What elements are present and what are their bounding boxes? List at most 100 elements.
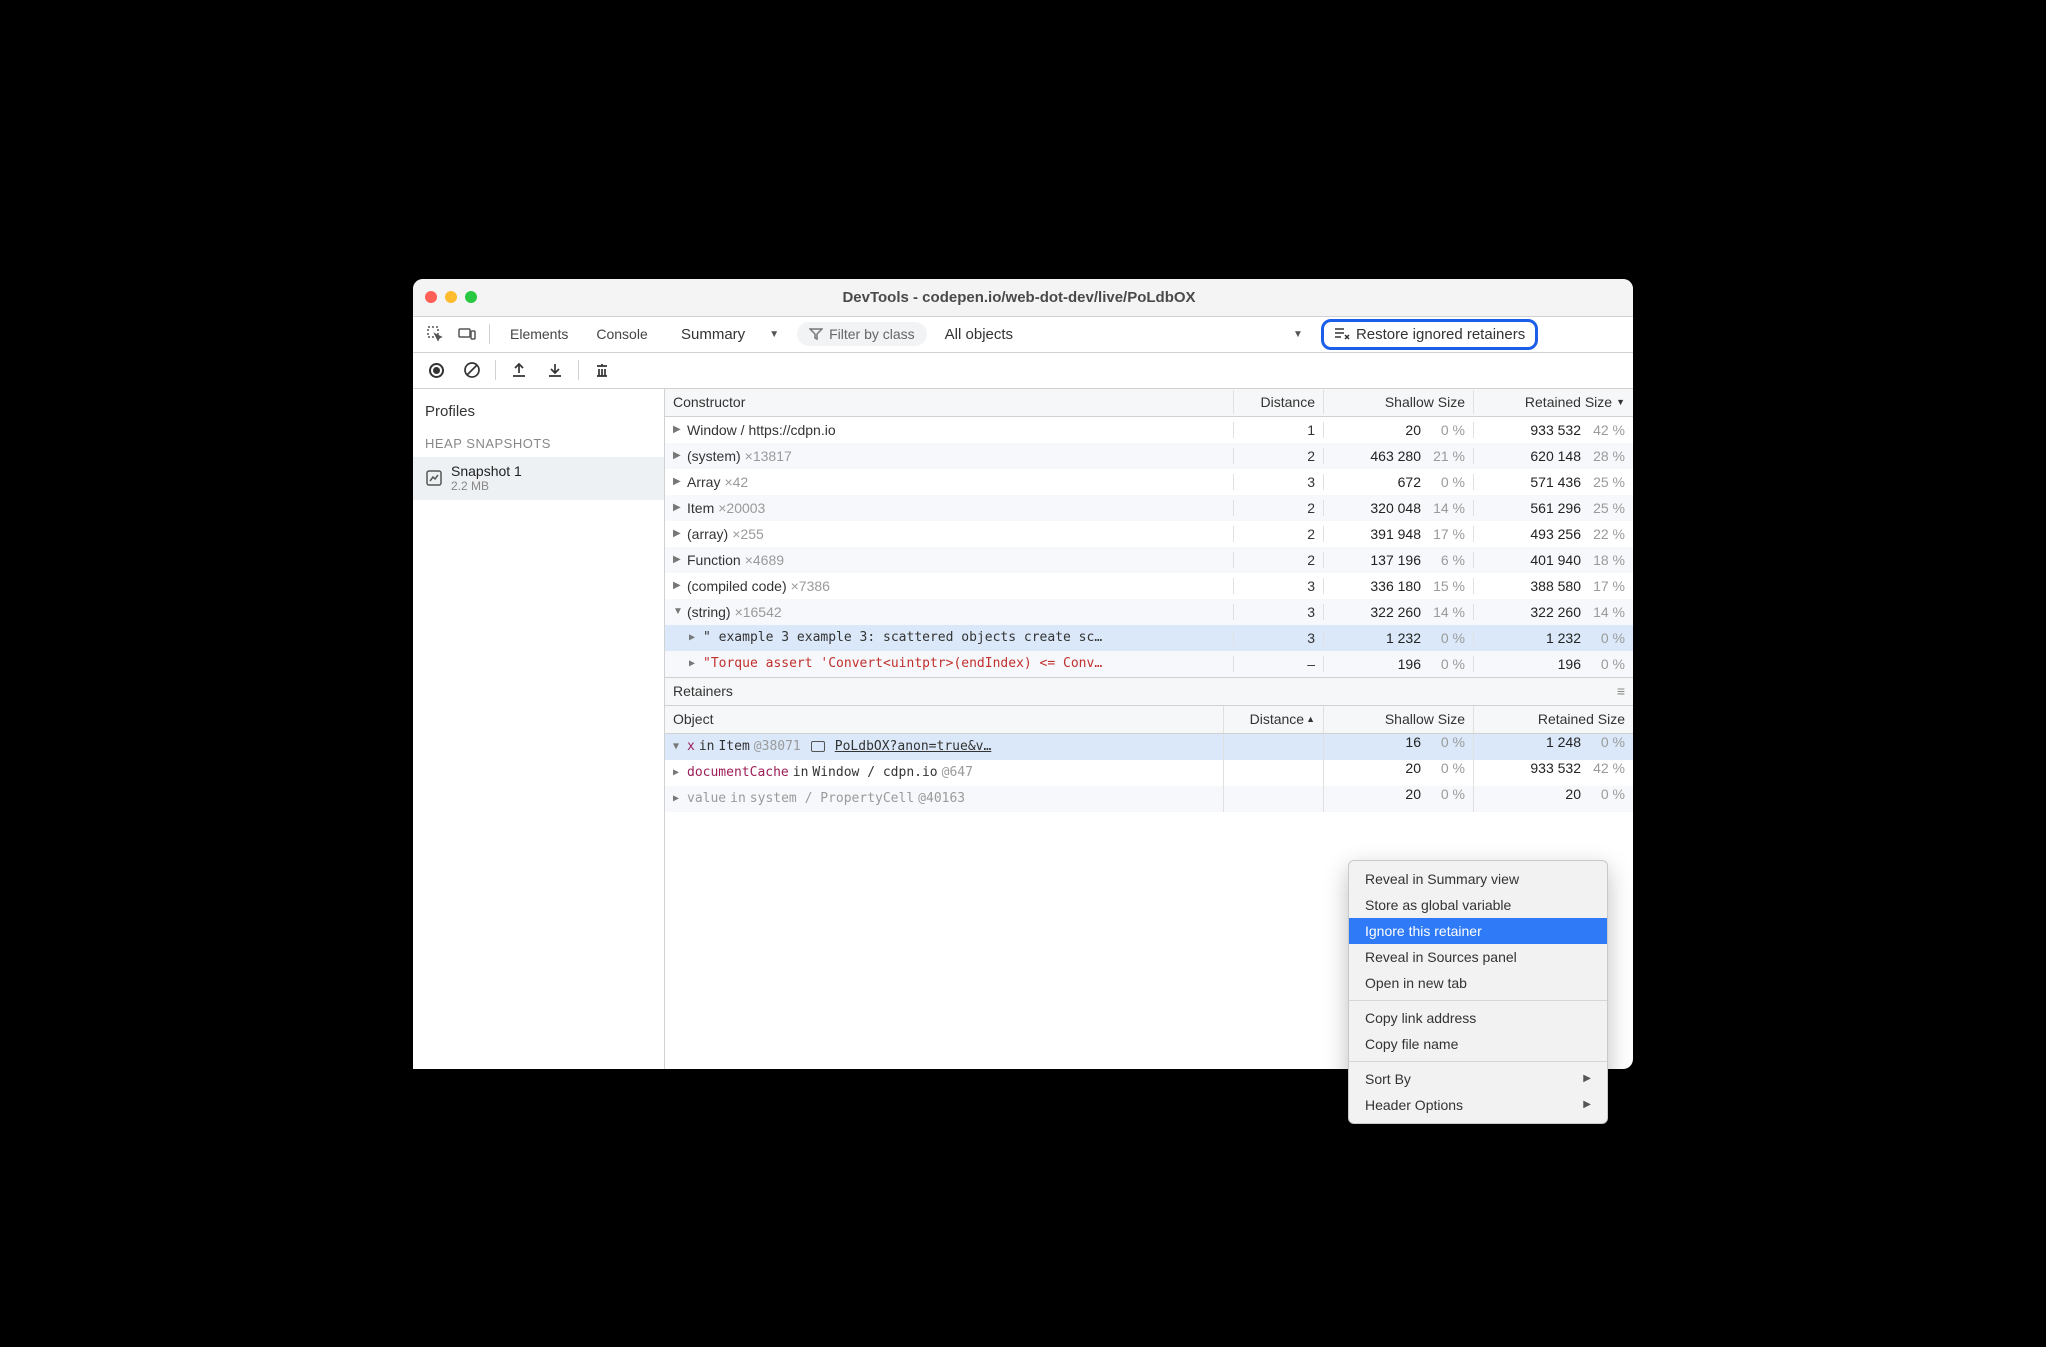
download-icon[interactable] [542, 357, 568, 383]
col-retained[interactable]: Retained Size [1473, 706, 1633, 733]
shallow-cell: 160 % [1323, 734, 1473, 760]
submenu-arrow-icon: ▶ [1583, 1099, 1591, 1110]
menu-item-label: Open in new tab [1365, 975, 1467, 991]
expand-arrow-icon[interactable]: ▶ [673, 793, 683, 804]
menu-item[interactable]: Header Options▶ [1349, 1092, 1607, 1118]
tab-elements[interactable]: Elements [498, 316, 580, 352]
retained-cell: 571 43625 % [1473, 474, 1633, 490]
expand-arrow-icon[interactable]: ▶ [673, 580, 683, 591]
retainer-row[interactable]: ▼x in Item @38071PoLdbOX?anon=true&v…160… [665, 734, 1633, 760]
menu-item-label: Reveal in Sources panel [1365, 949, 1517, 965]
distance-cell [1223, 786, 1323, 812]
table-row[interactable]: ▶(system) ×138172463 28021 %620 14828 % [665, 443, 1633, 469]
menu-item[interactable]: Copy file name [1349, 1031, 1607, 1057]
retainers-header: Object Distance▲ Shallow Size Retained S… [665, 706, 1633, 734]
menu-item[interactable]: Store as global variable [1349, 892, 1607, 918]
instance-count: ×20003 [718, 500, 765, 516]
profiles-heading: Profiles [413, 393, 664, 430]
distance-cell: 3 [1233, 604, 1323, 620]
gc-icon[interactable] [589, 357, 615, 383]
retained-cell: 322 26014 % [1473, 604, 1633, 620]
table-row[interactable]: ▼(string) ×165423322 26014 %322 26014 % [665, 599, 1633, 625]
constructor-name: "Torque assert 'Convert<uintptr>(endInde… [703, 656, 1102, 671]
retained-cell: 388 58017 % [1473, 578, 1633, 594]
expand-arrow-icon[interactable]: ▶ [689, 632, 699, 643]
expand-arrow-icon[interactable]: ▶ [689, 658, 699, 669]
expand-arrow-icon[interactable]: ▶ [673, 424, 683, 435]
menu-item-label: Store as global variable [1365, 897, 1511, 913]
view-mode-select[interactable]: Summary ▼ [673, 322, 787, 347]
retained-cell: 620 14828 % [1473, 448, 1633, 464]
clear-icon[interactable] [459, 357, 485, 383]
col-distance[interactable]: Distance▲ [1223, 706, 1323, 733]
minimize-icon[interactable] [445, 291, 457, 303]
expand-arrow-icon[interactable]: ▶ [673, 554, 683, 565]
menu-icon[interactable]: ≡ [1617, 683, 1625, 699]
expand-arrow-icon[interactable]: ▼ [673, 741, 683, 752]
col-distance[interactable]: Distance [1233, 390, 1323, 414]
device-icon[interactable] [453, 320, 481, 348]
memory-toolbar [413, 353, 1633, 389]
close-icon[interactable] [425, 291, 437, 303]
record-icon[interactable] [423, 357, 449, 383]
menu-item[interactable]: Copy link address [1349, 1005, 1607, 1031]
constructor-name: (system) [687, 448, 741, 464]
scope-select[interactable]: All objects ▼ [937, 322, 1311, 347]
menu-item[interactable]: Open in new tab [1349, 970, 1607, 996]
col-shallow[interactable]: Shallow Size [1323, 390, 1473, 414]
menu-item[interactable]: Reveal in Sources panel [1349, 944, 1607, 970]
property-name: documentCache [687, 765, 789, 780]
table-row[interactable]: ▶(array) ×2552391 94817 %493 25622 % [665, 521, 1633, 547]
retained-cell: 1 2320 % [1473, 630, 1633, 646]
col-shallow[interactable]: Shallow Size [1323, 706, 1473, 733]
menu-item[interactable]: Ignore this retainer [1349, 918, 1607, 944]
filter-input[interactable]: Filter by class [797, 322, 927, 346]
menu-item[interactable]: Reveal in Summary view [1349, 866, 1607, 892]
shallow-cell: 391 94817 % [1323, 526, 1473, 542]
retainer-row[interactable]: ▶value in system / PropertyCell @4016320… [665, 786, 1633, 812]
table-row[interactable]: ▶Window / https://cdpn.io1200 %933 53242… [665, 417, 1633, 443]
shallow-cell: 200 % [1323, 760, 1473, 786]
restore-ignored-retainers-button[interactable]: Restore ignored retainers [1321, 319, 1538, 350]
constructor-name: Array [687, 474, 720, 490]
shallow-cell: 322 26014 % [1323, 604, 1473, 620]
inspect-icon[interactable] [421, 320, 449, 348]
source-link[interactable]: PoLdbOX?anon=true&v… [835, 739, 992, 754]
expand-arrow-icon[interactable]: ▶ [673, 528, 683, 539]
expand-arrow-icon[interactable]: ▶ [673, 450, 683, 461]
shallow-cell: 6720 % [1323, 474, 1473, 490]
devtools-window: DevTools - codepen.io/web-dot-dev/live/P… [413, 279, 1633, 1069]
distance-cell: – [1233, 656, 1323, 672]
snapshot-name: Snapshot 1 [451, 463, 522, 480]
instance-count: ×7386 [791, 578, 830, 594]
distance-cell: 3 [1233, 630, 1323, 646]
col-constructor[interactable]: Constructor [665, 390, 1233, 414]
titlebar: DevTools - codepen.io/web-dot-dev/live/P… [413, 279, 1633, 317]
instance-count: ×4689 [745, 552, 784, 568]
constructor-name: (compiled code) [687, 578, 787, 594]
col-object[interactable]: Object [665, 706, 1223, 733]
constructor-name: Window / https://cdpn.io [687, 422, 836, 438]
expand-arrow-icon[interactable]: ▶ [673, 502, 683, 513]
menu-item[interactable]: Sort By▶ [1349, 1066, 1607, 1092]
upload-icon[interactable] [506, 357, 532, 383]
expand-arrow-icon[interactable]: ▶ [673, 476, 683, 487]
shallow-cell: 137 1966 % [1323, 552, 1473, 568]
table-row[interactable]: ▶Function ×46892137 1966 %401 94018 % [665, 547, 1633, 573]
tab-console[interactable]: Console [584, 316, 659, 352]
retained-cell: 561 29625 % [1473, 500, 1633, 516]
table-row[interactable]: ▶ "Torque assert 'Convert<uintptr>(endInd… [665, 651, 1633, 677]
table-row[interactable]: ▶Item ×200032320 04814 %561 29625 % [665, 495, 1633, 521]
shallow-cell: 320 04814 % [1323, 500, 1473, 516]
retainer-row[interactable]: ▶documentCache in Window / cdpn.io @6472… [665, 760, 1633, 786]
snapshot-item[interactable]: Snapshot 1 2.2 MB [413, 457, 664, 500]
expand-arrow-icon[interactable]: ▶ [673, 767, 683, 778]
maximize-icon[interactable] [465, 291, 477, 303]
table-row[interactable]: ▶Array ×4236720 %571 43625 % [665, 469, 1633, 495]
table-row[interactable]: ▶(compiled code) ×73863336 18015 %388 58… [665, 573, 1633, 599]
table-row[interactable]: ▶" example 3 example 3: scattered object… [665, 625, 1633, 651]
menu-item-label: Sort By [1365, 1071, 1411, 1087]
retained-cell: 1 2480 % [1473, 734, 1633, 760]
col-retained[interactable]: Retained Size [1473, 390, 1633, 414]
expand-arrow-icon[interactable]: ▼ [673, 606, 683, 617]
